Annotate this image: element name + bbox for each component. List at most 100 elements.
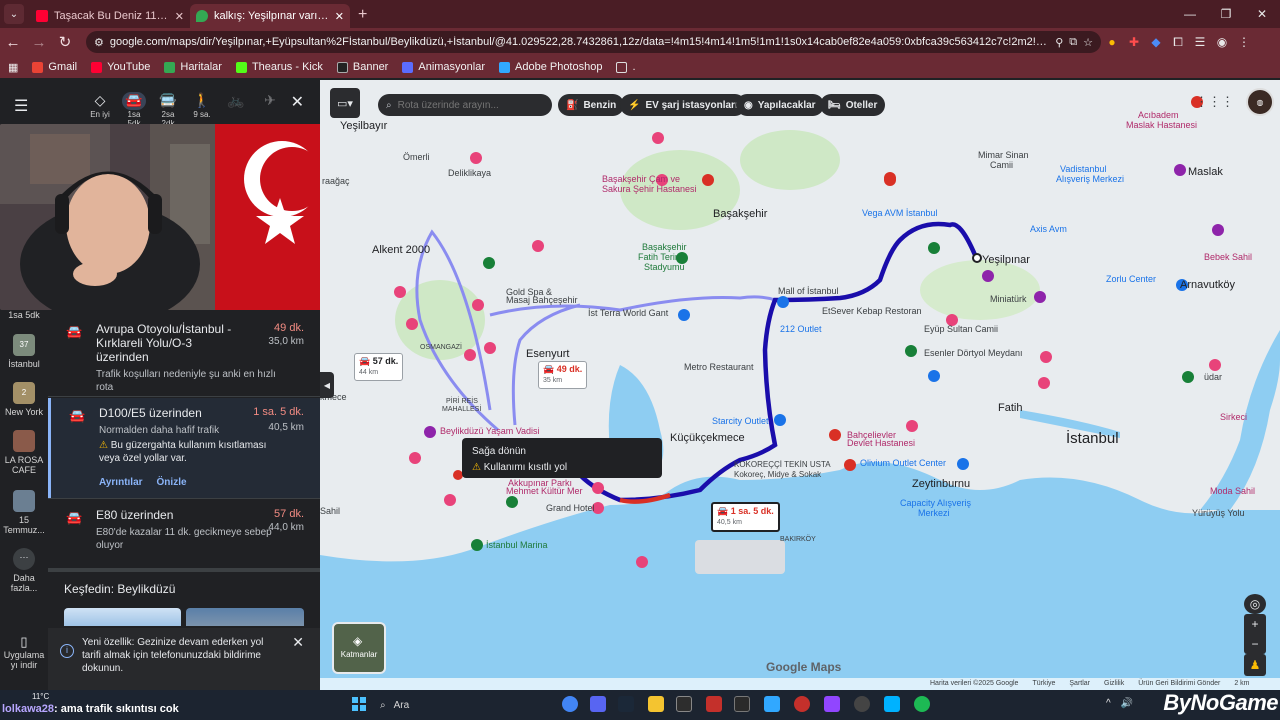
tab-groups-icon[interactable]: ☰ xyxy=(1189,31,1211,53)
map-view-toggle[interactable]: ▭▾ xyxy=(330,88,360,118)
file-explorer-icon[interactable] xyxy=(648,696,664,712)
route-option[interactable]: 🚘 E80 üzerinden 57 dk. 44,0 km E80'de ka… xyxy=(48,508,320,568)
bookmark-banner[interactable]: Banner xyxy=(336,61,388,73)
map-label-ist-terra: İst Terra World Gant xyxy=(588,308,669,318)
route-search-input[interactable] xyxy=(397,99,528,111)
transit-icon: 🚍 xyxy=(159,92,177,108)
location-icon[interactable]: ⚲ xyxy=(1055,36,1063,49)
chip-hotels[interactable]: 🛏 Oteller xyxy=(820,94,886,116)
bookmark-animasyonlar[interactable]: Animasyonlar xyxy=(402,61,485,73)
collapse-panel-button[interactable]: ◀ xyxy=(320,372,334,398)
details-link[interactable]: Ayrıntılar xyxy=(99,477,143,488)
chip-gas[interactable]: ⛽ Benzin xyxy=(558,94,625,116)
chip-things-to-do[interactable]: ◉ Yapılacaklar xyxy=(736,94,824,116)
bookmark-star-icon[interactable]: ☆ xyxy=(1083,36,1093,49)
close-notice-icon[interactable]: ✕ xyxy=(292,635,304,649)
extension-icon[interactable]: ✚ xyxy=(1123,31,1145,53)
google-apps-icon[interactable]: ⋮⋮⋮ xyxy=(1195,94,1234,110)
bookmark-youtube[interactable]: YouTube xyxy=(91,61,150,73)
explore-card[interactable] xyxy=(64,608,181,626)
volume-icon[interactable]: 🔊 xyxy=(1121,698,1133,709)
terms-link[interactable]: Şartlar xyxy=(1069,680,1090,690)
app-icon[interactable] xyxy=(706,696,722,712)
tab-search-button[interactable]: ⌄ xyxy=(4,4,24,24)
preview-link[interactable]: Önizle xyxy=(157,477,187,488)
forward-button[interactable]: → xyxy=(26,29,52,55)
region-link[interactable]: Türkiye xyxy=(1032,680,1055,690)
profile-icon[interactable]: ◉ xyxy=(1211,31,1233,53)
bookmark-folder[interactable]: . xyxy=(616,61,636,73)
chip-ev-charging[interactable]: ⚡ EV şarj istasyonları xyxy=(620,94,746,116)
rail-item-new-york[interactable]: 2 New York xyxy=(0,382,48,417)
discord-icon[interactable] xyxy=(590,696,606,712)
steam-icon[interactable] xyxy=(618,696,634,712)
close-directions-icon[interactable]: ✕ xyxy=(291,92,304,112)
rail-item-la-rosa[interactable]: LA ROSA CAFE xyxy=(0,430,48,475)
maximize-button[interactable]: ❐ xyxy=(1208,0,1244,28)
bookmark-maps[interactable]: Haritalar xyxy=(164,61,222,73)
reload-button[interactable]: ↻ xyxy=(52,29,78,55)
apps-grid-icon[interactable]: ▦ xyxy=(8,61,18,74)
privacy-link[interactable]: Gizlilik xyxy=(1104,680,1124,690)
bookmark-gmail[interactable]: Gmail xyxy=(32,61,77,73)
site-info-icon[interactable]: ⚙ xyxy=(94,36,104,49)
layers-button[interactable]: ◈ Katmanlar xyxy=(332,622,386,674)
tray-overflow-icon[interactable]: ^ xyxy=(1106,698,1111,709)
route-option[interactable]: 🚘 Avrupa Otoyolu/İstanbul - Kırklareli Y… xyxy=(48,322,320,394)
street-view-pegman-icon[interactable]: ♟ xyxy=(1244,654,1266,676)
capcut-icon[interactable] xyxy=(676,696,692,712)
route-badge-d100[interactable]: 🚘 1 sa. 5 dk. 40,5 km xyxy=(711,502,780,532)
app-icon[interactable] xyxy=(794,696,810,712)
photoshop-icon[interactable] xyxy=(764,696,780,712)
route-badge-e80[interactable]: 🚘 57 dk. 44 km xyxy=(354,353,404,381)
close-tab-icon[interactable]: ✕ xyxy=(335,10,344,23)
new-tab-button[interactable]: + xyxy=(358,6,367,24)
rail-item-recent-route[interactable]: 1sa 5dk xyxy=(0,310,48,320)
weather-widget[interactable]: 11°C xyxy=(32,692,49,701)
rail-item-15-temmuz[interactable]: 15 Temmuz... xyxy=(0,490,48,535)
back-button[interactable]: ← xyxy=(0,29,26,55)
mode-transit[interactable]: 🚍2sa 2dk xyxy=(156,92,180,128)
browser-menu-icon[interactable]: ⋮ xyxy=(1233,31,1255,53)
mode-walking[interactable]: 🚶 9 sa. xyxy=(190,92,214,128)
bookmark-kick[interactable]: Thearus - Kick xyxy=(235,61,323,73)
route-option-selected[interactable]: 🚘 D100/E5 üzerinden 1 sa. 5 dk. 40,5 km … xyxy=(48,398,320,498)
install-icon[interactable]: ⧉ xyxy=(1069,36,1077,49)
zoom-out-button[interactable]: − xyxy=(1244,634,1266,654)
epic-games-icon[interactable] xyxy=(734,696,750,712)
close-window-button[interactable]: ✕ xyxy=(1244,0,1280,28)
mode-best[interactable]: ◇ En iyi xyxy=(88,92,112,128)
app-icon[interactable] xyxy=(824,696,840,712)
route-search-box[interactable]: ⌕ xyxy=(378,94,552,116)
tab-maps[interactable]: kalkış: Yeşilpınar varış: Beylikdüz ✕ xyxy=(190,4,350,28)
feedback-link[interactable]: Ürün Geri Bildirimi Gönder xyxy=(1138,680,1220,690)
bookmark-photoshop[interactable]: Adobe Photoshop xyxy=(499,61,602,73)
extension-icon[interactable]: ● xyxy=(1101,31,1123,53)
mode-flight[interactable]: ✈ xyxy=(258,92,282,128)
account-avatar[interactable]: ◍ xyxy=(1246,88,1274,116)
extension-icon[interactable]: ◆ xyxy=(1145,31,1167,53)
address-bar[interactable]: ⚙ google.com/maps/dir/Yeşilpınar,+Eyüpsu… xyxy=(86,31,1101,53)
spotify-icon[interactable] xyxy=(914,696,930,712)
zoom-in-button[interactable]: + xyxy=(1244,614,1266,634)
minimize-button[interactable]: — xyxy=(1172,0,1208,28)
scale-label[interactable]: 2 km xyxy=(1234,680,1249,690)
close-tab-icon[interactable]: ✕ xyxy=(175,10,184,23)
extensions-puzzle-icon[interactable]: ⧠ xyxy=(1167,31,1189,53)
chrome-icon[interactable] xyxy=(562,696,578,712)
mode-driving[interactable]: 🚘1sa 5dk xyxy=(122,92,146,128)
my-location-button[interactable]: ◎ xyxy=(1244,594,1266,614)
mode-cycling[interactable]: 🚲 xyxy=(224,92,248,128)
explore-card[interactable] xyxy=(186,608,304,626)
windows-start-icon[interactable] xyxy=(352,697,366,711)
app-icon[interactable] xyxy=(884,696,900,712)
rail-item-download-app[interactable]: ▯ Uygulama yı indir xyxy=(0,634,48,670)
obs-icon[interactable] xyxy=(854,696,870,712)
map-canvas[interactable]: Yeşilbayır Ömerli Deliklikaya raağaç Alk… xyxy=(320,80,1280,690)
tab-youtube[interactable]: Taşacak Bu Deniz 11. Bölüm @ta ✕ xyxy=(30,4,190,28)
rail-item-istanbul[interactable]: 37 İstanbul xyxy=(0,334,48,369)
menu-icon[interactable]: ☰ xyxy=(14,96,28,116)
rail-item-more[interactable]: ··· Daha fazla... xyxy=(0,548,48,593)
route-badge-o3[interactable]: 🚘 49 dk. 35 km xyxy=(538,361,588,389)
taskbar-search[interactable]: ⌕ Ara xyxy=(380,695,550,715)
